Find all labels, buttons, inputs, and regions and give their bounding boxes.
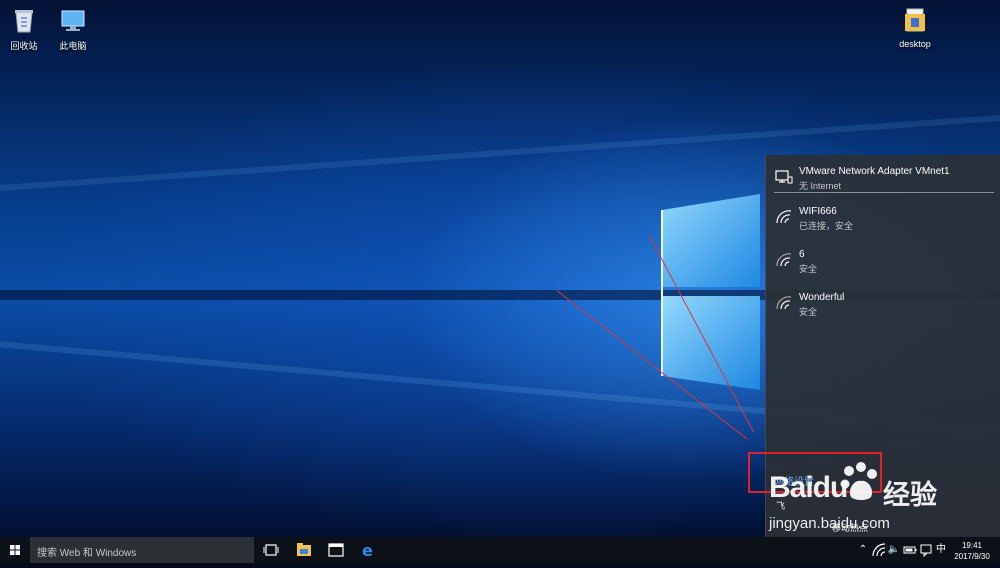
divider	[774, 192, 994, 193]
baidu-watermark: Baidu 经验 jingyan.baidu.com	[765, 455, 1000, 537]
task-view-button[interactable]	[256, 537, 286, 563]
network-item-6[interactable]: 6 安全	[766, 242, 1000, 282]
svg-text:e: e	[362, 541, 373, 560]
file-explorer-button[interactable]	[289, 537, 319, 563]
desktop-icon-this-pc[interactable]: 此电脑	[47, 6, 99, 52]
wifi-icon	[776, 210, 792, 224]
network-name: WIFI666	[799, 206, 837, 217]
volume-icon[interactable]: 🔈	[887, 543, 901, 557]
task-view-icon	[263, 544, 279, 556]
search-placeholder: 搜索 Web 和 Windows	[37, 548, 137, 559]
paw-icon	[840, 462, 877, 500]
start-button[interactable]	[0, 537, 30, 563]
clock-time: 19:41	[961, 541, 983, 550]
network-item-wifi666[interactable]: WIFI666 已连接，安全	[766, 199, 1000, 239]
desktop-icon-recycle-bin[interactable]: 回收站	[0, 6, 50, 52]
network-status: 无 Internet	[799, 181, 842, 191]
window-app-icon	[328, 543, 344, 557]
network-status: 安全	[799, 307, 818, 317]
edge-icon: e	[362, 541, 373, 560]
network-status: 安全	[799, 264, 818, 274]
watermark-brand: Baidu	[769, 471, 848, 504]
folder-icon	[905, 8, 925, 32]
ethernet-icon	[775, 170, 793, 184]
network-tray-icon[interactable]	[872, 543, 886, 557]
network-item-wonderful[interactable]: Wonderful 安全	[766, 285, 1000, 325]
windows-start-icon	[10, 545, 20, 555]
desktop-icon-label: desktop	[899, 39, 931, 49]
watermark-url: jingyan.baidu.com	[769, 515, 890, 532]
computer-icon	[61, 10, 85, 31]
taskbar-search-box[interactable]: 搜索 Web 和 Windows	[30, 537, 254, 563]
battery-icon[interactable]	[903, 543, 917, 557]
network-item-vmnet1[interactable]: VMware Network Adapter VMnet1 无 Internet	[766, 159, 1000, 199]
show-hidden-icons-chevron-icon[interactable]: ⌃	[856, 543, 870, 557]
taskbar-clock[interactable]: 19:41 2017/9/30	[948, 540, 996, 562]
desktop-icon-label: 此电脑	[59, 41, 87, 51]
wifi-icon	[776, 296, 792, 310]
desktop-icon-desktop-folder[interactable]: desktop	[889, 6, 941, 49]
wifi-icon	[776, 253, 792, 267]
windows-logo-wallpaper	[661, 194, 760, 390]
file-explorer-icon	[297, 543, 311, 556]
watermark-product: 经验	[883, 480, 937, 510]
network-name: VMware Network Adapter VMnet1	[799, 166, 950, 177]
network-name: Wonderful	[799, 292, 845, 303]
recycle-bin-icon	[15, 10, 33, 33]
network-name: 6	[799, 249, 805, 260]
taskbar: 搜索 Web 和 Windows e ⌃ 🔈 中 19:41 2017/9/30	[0, 537, 1000, 563]
network-status: 已连接，安全	[799, 221, 854, 231]
desktop-icon-label: 回收站	[10, 41, 38, 51]
input-method-indicator[interactable]: 中	[934, 543, 948, 557]
edge-browser-button[interactable]: e	[353, 537, 383, 563]
store-app-button[interactable]	[321, 537, 351, 563]
action-center-icon[interactable]	[919, 543, 933, 558]
clock-date: 2017/9/30	[954, 552, 990, 561]
